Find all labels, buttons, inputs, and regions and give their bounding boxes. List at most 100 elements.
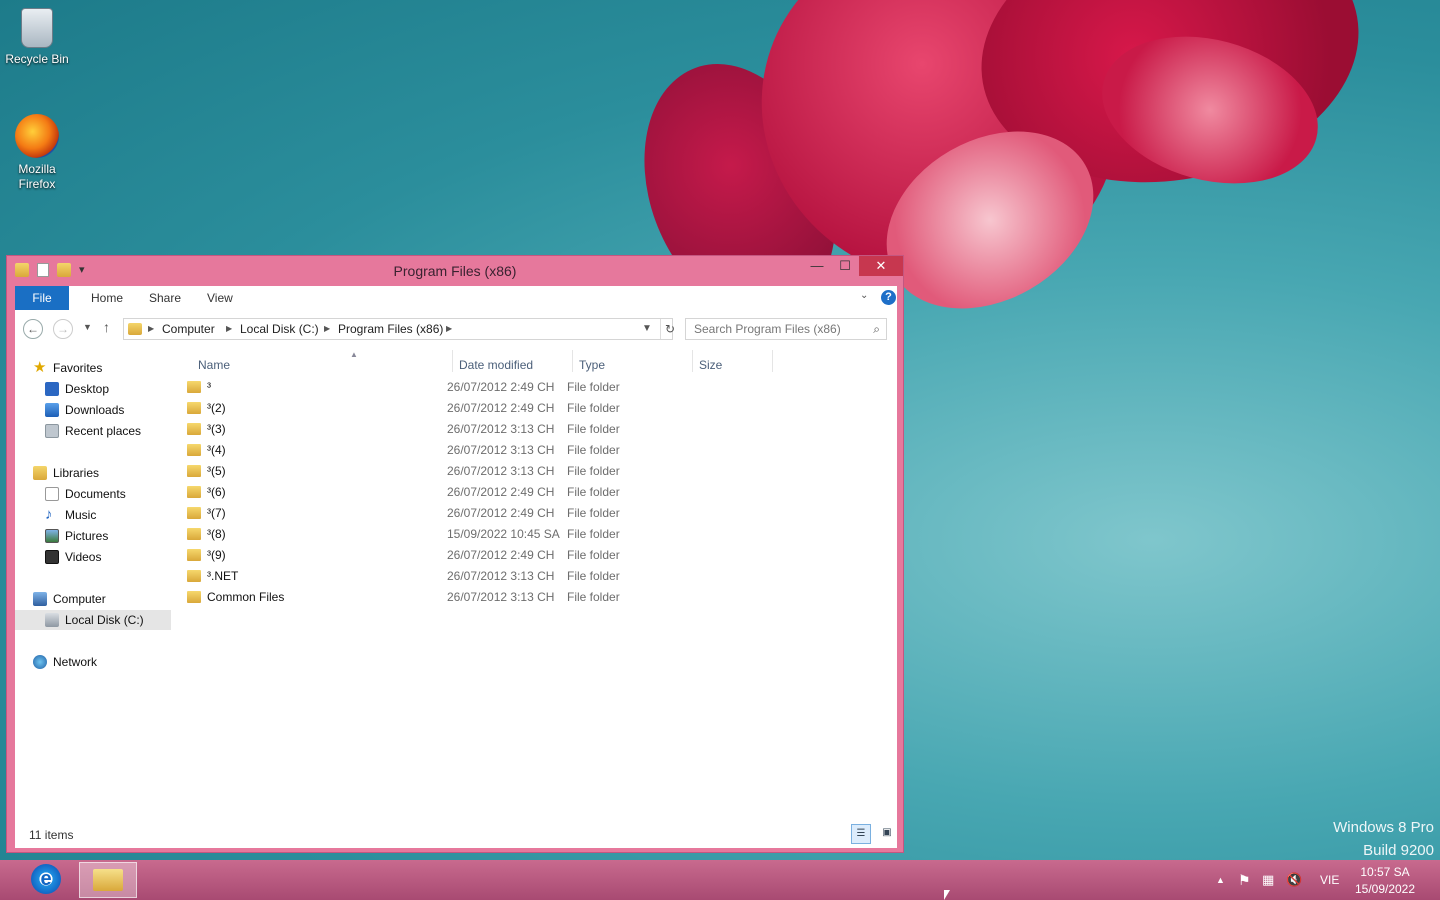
tree-item-label: Music [65, 508, 97, 522]
file-type: File folder [567, 464, 620, 478]
file-name: ³ [207, 380, 211, 394]
file-type: File folder [567, 527, 620, 541]
table-row[interactable]: Common Files 26/07/2012 3:13 CH File folde… [187, 587, 887, 608]
details-view-button[interactable]: ☰ [851, 824, 871, 844]
file-type: File folder [567, 380, 620, 394]
column-header-type[interactable]: Type [579, 358, 605, 376]
address-bar[interactable]: ▶ Computer ▶ Local Disk (C:) ▶ Program F… [123, 318, 675, 340]
folder-icon [187, 465, 201, 477]
music-icon: ♪ [45, 506, 53, 523]
address-dropdown-icon[interactable]: ▼ [642, 319, 652, 339]
back-button[interactable]: ← [23, 319, 43, 339]
file-date-modified: 15/09/2022 10:45 SA [447, 527, 560, 541]
file-name: Common Files [207, 590, 285, 604]
chevron-right-icon[interactable]: ▶ [148, 319, 154, 339]
folder-icon [187, 444, 201, 456]
file-name: ³.NET [207, 569, 239, 583]
close-button[interactable]: ✕ [859, 256, 903, 276]
column-divider[interactable] [772, 350, 773, 372]
table-row[interactable]: ³.NET 26/07/2012 3:13 CH File folder [187, 566, 887, 587]
table-row[interactable]: ³(9) 26/07/2012 2:49 CH File folder [187, 545, 887, 566]
chevron-down-icon[interactable]: ⌄ [860, 290, 868, 301]
up-button[interactable]: ↑ [103, 319, 110, 335]
search-icon[interactable]: ⌕ [873, 319, 880, 339]
file-date-modified: 26/07/2012 2:49 CH [447, 506, 555, 520]
input-language-indicator[interactable]: VIE [1320, 860, 1339, 900]
file-type: File folder [567, 548, 620, 562]
column-header-size[interactable]: Size [699, 358, 722, 376]
desktop-icon-label: Mozilla Firefox [18, 162, 56, 191]
tree-item-downloads[interactable]: Downloads [45, 400, 124, 420]
tree-item-computer[interactable]: Computer [33, 589, 106, 609]
table-row[interactable]: ³(4) 26/07/2012 3:13 CH File folder [187, 440, 887, 461]
tree-item-label: Local Disk (C:) [65, 613, 144, 627]
system-clock[interactable]: 10:57 SA 15/09/2022 [1350, 864, 1420, 898]
file-type: File folder [567, 569, 620, 583]
column-header-date[interactable]: Date modified [459, 358, 533, 376]
tab-home[interactable]: Home [79, 286, 135, 310]
forward-button[interactable]: → [53, 319, 73, 339]
local-disk-icon [45, 613, 59, 627]
column-header-label: Name [198, 358, 231, 372]
minimize-button[interactable]: — [803, 256, 831, 276]
tree-item-pictures[interactable]: Pictures [45, 526, 108, 546]
column-divider[interactable] [572, 350, 573, 372]
table-row[interactable]: ³(6) 26/07/2012 2:49 CH File folder [187, 482, 887, 503]
network-status-icon[interactable]: ▦ [1262, 860, 1274, 900]
table-row[interactable]: ³(8) 15/09/2022 10:45 SA File folder [187, 524, 887, 545]
show-hidden-icons-button[interactable]: ▲ [1216, 860, 1225, 900]
folder-icon [187, 570, 201, 582]
file-type: File folder [567, 590, 620, 604]
recent-locations-button[interactable]: ▼ [83, 322, 92, 332]
tree-item-favorites[interactable]: ★ Favorites [33, 358, 102, 378]
maximize-button[interactable]: ☐ [831, 256, 859, 276]
pictures-icon [45, 529, 59, 543]
file-date-modified: 26/07/2012 2:49 CH [447, 380, 555, 394]
tree-item-label: Downloads [65, 403, 125, 417]
column-divider[interactable] [692, 350, 693, 372]
title-bar[interactable]: ▾ Program Files (x86) — ☐ ✕ [7, 256, 903, 286]
table-row[interactable]: ³(3) 26/07/2012 3:13 CH File folder [187, 419, 887, 440]
desktop-icon-recycle-bin[interactable]: Recycle Bin [0, 8, 74, 67]
tab-view[interactable]: View [195, 286, 245, 310]
desktop-icon-firefox[interactable]: Mozilla Firefox [0, 114, 74, 192]
chevron-right-icon[interactable]: ▶ [324, 319, 330, 339]
videos-icon [45, 550, 59, 564]
volume-muted-icon[interactable]: 🔇 [1286, 860, 1302, 900]
action-center-flag-icon[interactable]: ⚑ [1238, 860, 1251, 900]
table-row[interactable]: ³ 26/07/2012 2:49 CH File folder [187, 377, 887, 398]
column-divider[interactable] [452, 350, 453, 372]
chevron-right-icon[interactable]: ▶ [226, 319, 232, 339]
large-icons-view-button[interactable]: ▣ [877, 824, 897, 844]
chevron-right-icon[interactable]: ▶ [446, 319, 452, 339]
column-header-name[interactable]: Name ▲ [198, 350, 448, 376]
tree-item-network[interactable]: Network [33, 652, 97, 672]
breadcrumb-local-disk[interactable]: Local Disk (C:) [240, 319, 319, 339]
tree-item-libraries[interactable]: Libraries [33, 463, 99, 483]
breadcrumb-computer[interactable]: Computer [162, 319, 215, 339]
refresh-icon[interactable]: ↻ [660, 319, 679, 339]
tree-item-documents[interactable]: Documents [45, 484, 126, 504]
file-type: File folder [567, 401, 620, 415]
tree-item-local-disk[interactable]: Local Disk (C:) [15, 610, 171, 630]
tab-share[interactable]: Share [137, 286, 193, 310]
table-row[interactable]: ³(2) 26/07/2012 2:49 CH File folder [187, 398, 887, 419]
tree-item-recent-places[interactable]: Recent places [45, 421, 141, 441]
table-row[interactable]: ³(5) 26/07/2012 3:13 CH File folder [187, 461, 887, 482]
table-row[interactable]: ³(7) 26/07/2012 2:49 CH File folder [187, 503, 887, 524]
tree-item-desktop[interactable]: Desktop [45, 379, 109, 399]
file-date-modified: 26/07/2012 3:13 CH [447, 464, 555, 478]
folder-icon [187, 591, 201, 603]
navigation-pane: ★ Favorites Desktop Downloads Recent pla… [15, 348, 175, 820]
tab-file[interactable]: File [15, 286, 69, 310]
tree-item-music[interactable]: ♪ Music [45, 505, 96, 525]
help-icon[interactable]: ? [881, 290, 896, 305]
taskbar-file-explorer[interactable] [79, 862, 137, 898]
taskbar-internet-explorer[interactable]: e [24, 864, 68, 896]
star-icon: ★ [33, 359, 47, 376]
search-input[interactable]: Search Program Files (x86) ⌕ [685, 318, 887, 340]
tree-item-videos[interactable]: Videos [45, 547, 101, 567]
file-type: File folder [567, 443, 620, 457]
file-name: ³(9) [207, 548, 226, 562]
breadcrumb-program-files[interactable]: Program Files (x86) [338, 319, 443, 339]
